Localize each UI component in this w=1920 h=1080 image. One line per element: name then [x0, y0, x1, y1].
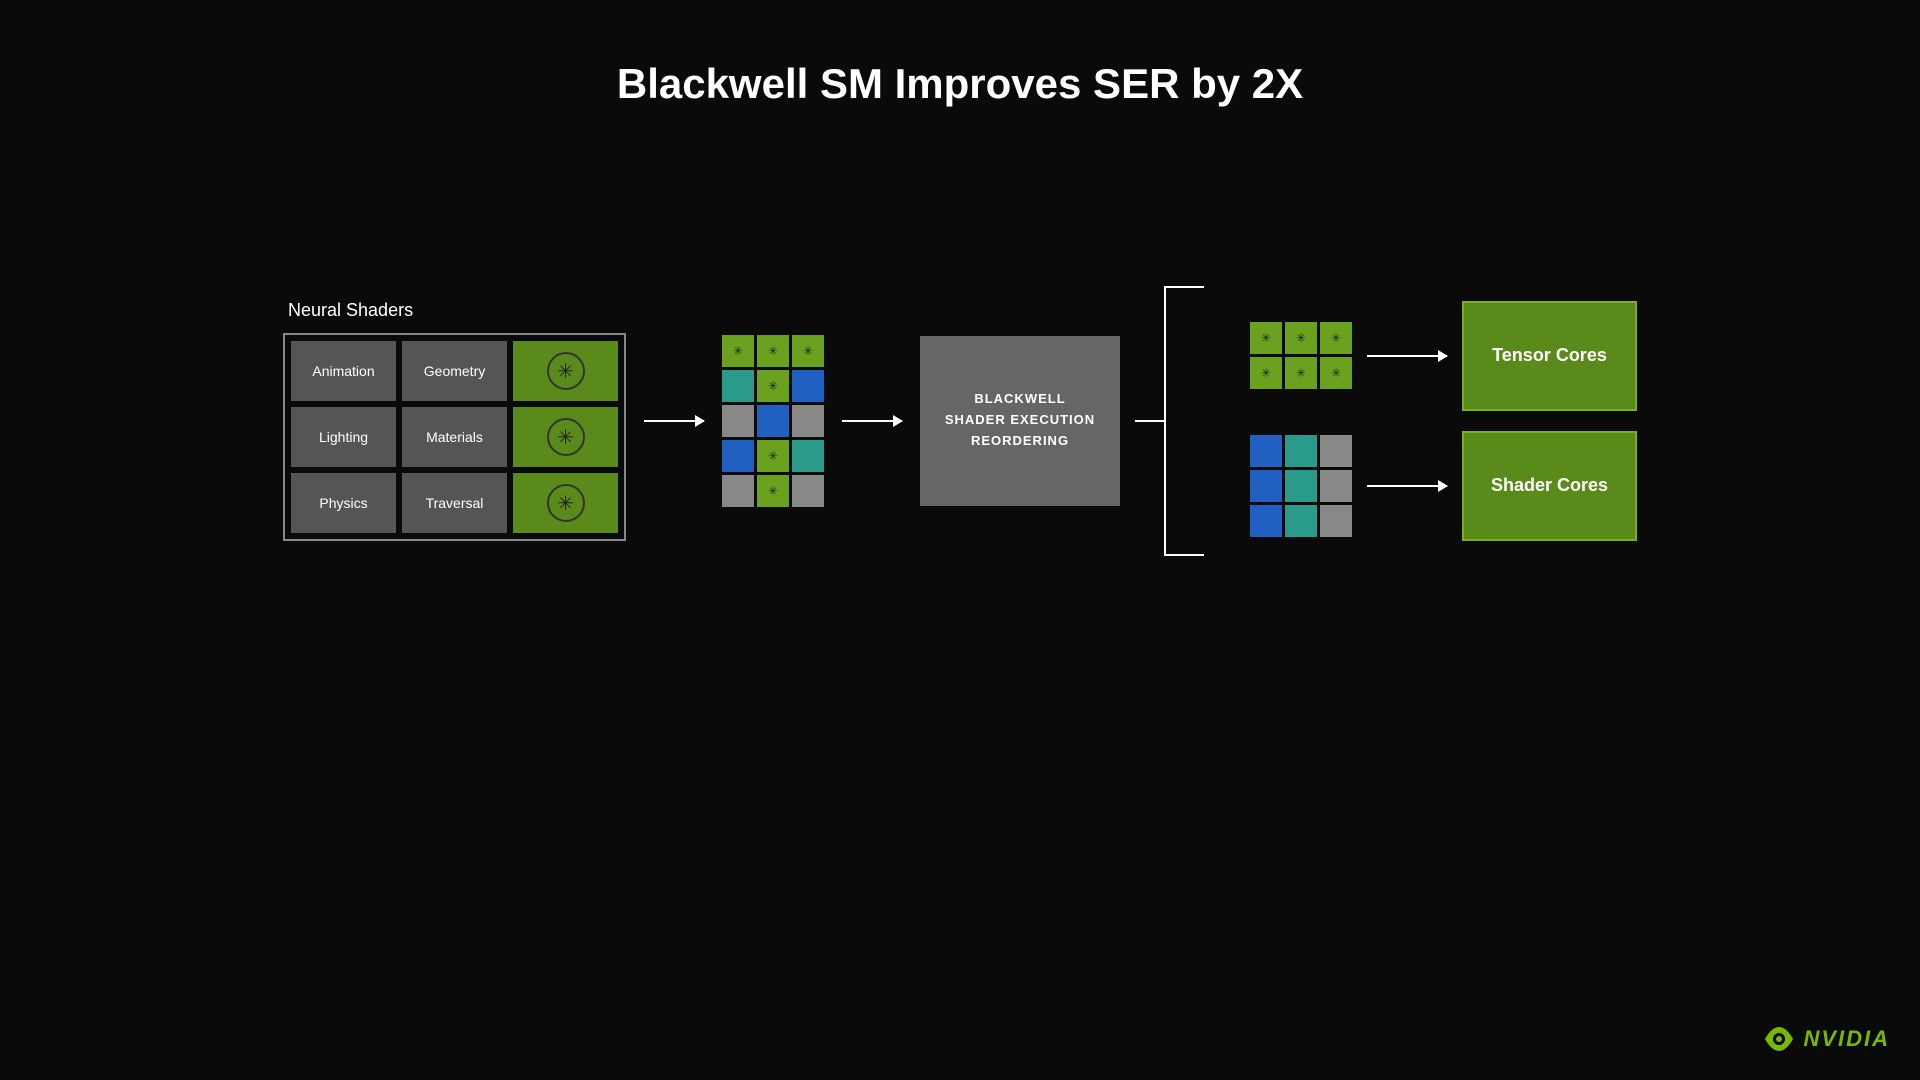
- output-section: ✳ ✳ ✳ ✳ ✳ ✳ Tensor Cores: [1250, 301, 1637, 541]
- arrow-to-shader: [1367, 485, 1447, 487]
- icon-circle-2: ✳: [547, 418, 585, 456]
- snowflake-icon-2: ✳: [557, 425, 574, 450]
- output-bottom-row: Shader Cores: [1250, 431, 1637, 541]
- cell-icon-3: ✳: [513, 473, 618, 533]
- img-cell: [792, 405, 824, 437]
- fork-bottom-h: [1164, 554, 1204, 556]
- out-cell: [1250, 470, 1282, 502]
- out-cell: ✳: [1285, 357, 1317, 389]
- img-cell: ✳: [757, 440, 789, 472]
- arrow-line-2: [842, 420, 902, 422]
- output-top-row: ✳ ✳ ✳ ✳ ✳ ✳ Tensor Cores: [1250, 301, 1637, 411]
- img-cell: ✳: [722, 335, 754, 367]
- output-mixed-grid: [1250, 435, 1352, 537]
- out-cell: [1320, 505, 1352, 537]
- shader-cores-box: Shader Cores: [1462, 431, 1637, 541]
- cell-physics: Physics: [291, 473, 396, 533]
- img-cell: [722, 475, 754, 507]
- nvidia-eye-icon: [1763, 1023, 1795, 1055]
- arrow-1: [644, 420, 704, 422]
- cell-animation: Animation: [291, 341, 396, 401]
- out-cell: [1250, 435, 1282, 467]
- nvidia-logo: NVIDIA: [1763, 1023, 1890, 1055]
- icon-circle-1: ✳: [547, 352, 585, 390]
- arrow-head: [1438, 350, 1448, 362]
- arrow-head: [1438, 480, 1448, 492]
- out-cell: ✳: [1250, 322, 1282, 354]
- fork-vertical: [1164, 286, 1166, 556]
- arrow-line-1: [644, 420, 704, 422]
- out-cell: ✳: [1250, 357, 1282, 389]
- tensor-cores-box: Tensor Cores: [1462, 301, 1637, 411]
- out-cell: [1285, 470, 1317, 502]
- img-cell: [722, 370, 754, 402]
- arrow-to-tensor: [1367, 355, 1447, 357]
- diagram-container: Neural Shaders Animation Geometry ✳ Ligh…: [0, 300, 1920, 541]
- cell-icon-1: ✳: [513, 341, 618, 401]
- out-cell: ✳: [1285, 322, 1317, 354]
- out-cell: [1320, 470, 1352, 502]
- fork-top-h: [1164, 286, 1204, 288]
- icon-circle-3: ✳: [547, 484, 585, 522]
- img-cell: [757, 405, 789, 437]
- ser-line3: REORDERING: [971, 431, 1069, 452]
- cell-traversal: Traversal: [402, 473, 507, 533]
- neural-shaders-section: Neural Shaders Animation Geometry ✳ Ligh…: [283, 300, 626, 541]
- img-cell: [792, 370, 824, 402]
- shader-cores-label: Shader Cores: [1491, 475, 1608, 496]
- img-cell: ✳: [757, 335, 789, 367]
- shader-grid: Animation Geometry ✳ Lighting Materials …: [283, 333, 626, 541]
- nvidia-text: NVIDIA: [1803, 1026, 1890, 1052]
- ser-box: BLACKWELL SHADER EXECUTION REORDERING: [920, 336, 1120, 506]
- img-cell: [722, 405, 754, 437]
- cell-geometry: Geometry: [402, 341, 507, 401]
- cell-icon-2: ✳: [513, 407, 618, 467]
- img-cell: ✳: [757, 475, 789, 507]
- output-green-grid: ✳ ✳ ✳ ✳ ✳ ✳: [1250, 322, 1352, 389]
- out-cell: [1285, 505, 1317, 537]
- neural-shaders-label: Neural Shaders: [288, 300, 413, 321]
- tensor-cores-label: Tensor Cores: [1492, 345, 1607, 366]
- out-cell: [1250, 505, 1282, 537]
- page-title: Blackwell SM Improves SER by 2X: [0, 0, 1920, 108]
- img-cell: ✳: [757, 370, 789, 402]
- snowflake-icon-1: ✳: [557, 359, 574, 384]
- input-mixed-grid: ✳ ✳ ✳ ✳ ✳ ✳: [722, 335, 824, 507]
- out-cell: [1320, 435, 1352, 467]
- out-cell: ✳: [1320, 357, 1352, 389]
- snowflake-icon-3: ✳: [557, 491, 574, 516]
- arrow-2: [842, 420, 902, 422]
- img-cell: [722, 440, 754, 472]
- fork-section: [1135, 420, 1235, 422]
- cell-lighting: Lighting: [291, 407, 396, 467]
- out-cell: [1285, 435, 1317, 467]
- img-cell: ✳: [792, 335, 824, 367]
- ser-line2: SHADER EXECUTION: [945, 410, 1095, 431]
- img-cell: [792, 440, 824, 472]
- img-cell: [792, 475, 824, 507]
- out-cell: ✳: [1320, 322, 1352, 354]
- cell-materials: Materials: [402, 407, 507, 467]
- ser-out-line: [1135, 420, 1165, 422]
- ser-line1: BLACKWELL: [974, 389, 1065, 410]
